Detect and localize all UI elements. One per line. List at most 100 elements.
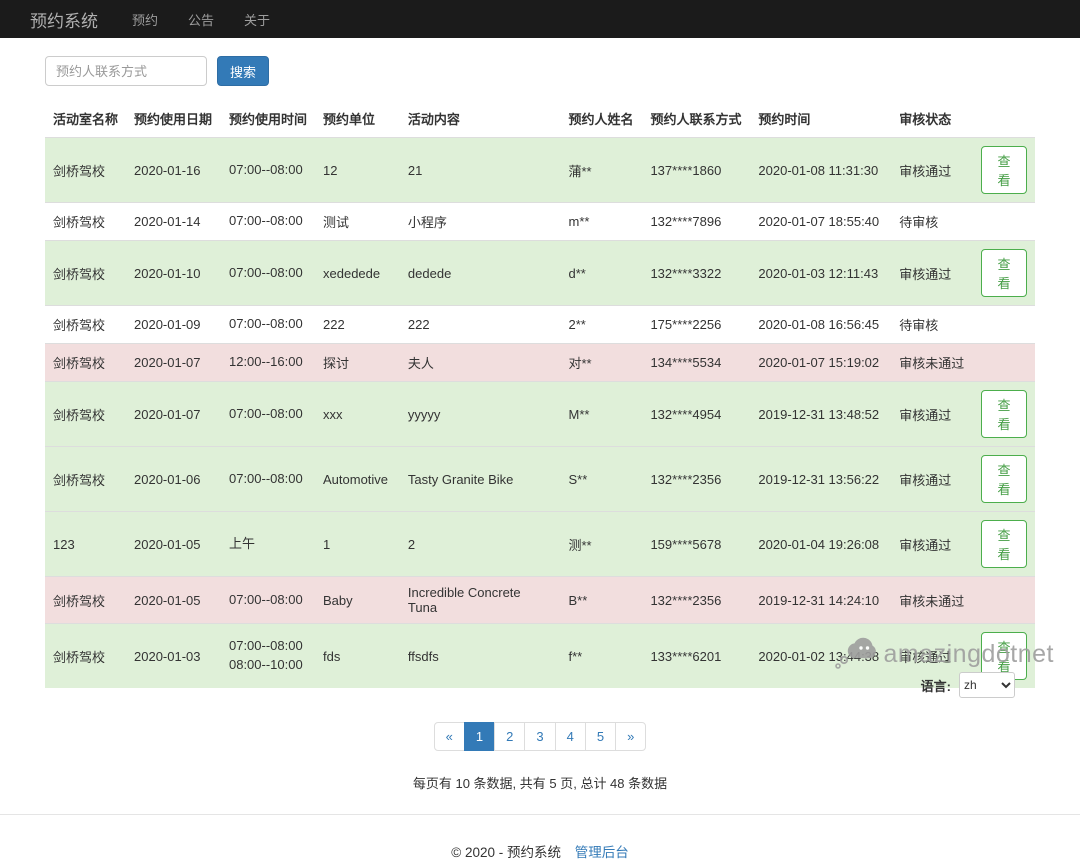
cell-content: ffsdfs xyxy=(399,623,561,688)
cell-status: 待审核 xyxy=(891,305,973,344)
cell-unit: 222 xyxy=(315,305,400,344)
header-action xyxy=(973,100,1035,138)
table-row: 剑桥驾校 2020-01-05 07:00--08:00 Baby Incredible… xyxy=(45,576,1035,624)
pagination-page-5[interactable]: 5 xyxy=(584,722,617,751)
page-summary: 每页有 10 条数据, 共有 5 页, 总计 48 条数据 xyxy=(412,776,668,791)
pagination-page-2[interactable]: 2 xyxy=(494,722,526,751)
cell-time: 上午 xyxy=(220,511,315,577)
cell-room: 剑桥驾校 xyxy=(45,446,127,512)
navbar: 预约系统 预约 公告 关于 xyxy=(0,0,1080,38)
cell-unit: Automotive xyxy=(315,446,400,512)
cell-room: 123 xyxy=(45,511,127,577)
table-row: 剑桥驾校 2020-01-07 12:00--16:00 探讨 夫人 对** 134****… xyxy=(45,343,1035,382)
cell-booked-at: 2020-01-08 16:56:45 xyxy=(750,305,892,344)
table-row: 剑桥驾校 2020-01-16 07:00--08:00 12 21 蒲** 137****… xyxy=(45,137,1035,203)
cell-content: yyyyy xyxy=(399,381,561,447)
cell-content: 222 xyxy=(399,305,561,344)
cell-booked-at: 2019-12-31 13:48:52 xyxy=(750,381,892,447)
search-button[interactable]: 搜索 xyxy=(217,56,270,86)
header-date: 预约使用日期 xyxy=(126,100,221,138)
cell-contact: 134****5534 xyxy=(642,343,751,382)
cell-action: 查看 xyxy=(973,511,1035,577)
pagination-page-1[interactable]: 1 xyxy=(463,722,496,751)
cell-content: Incredible Concrete Tuna xyxy=(399,576,561,624)
search-bar: 搜索 xyxy=(45,56,1080,86)
nav-item-booking[interactable]: 预约 xyxy=(132,10,158,29)
search-input[interactable] xyxy=(45,56,207,86)
pagination-next[interactable]: » xyxy=(615,722,647,751)
view-button[interactable]: 查看 xyxy=(981,520,1027,568)
cell-content: 小程序 xyxy=(399,202,561,241)
language-select[interactable]: zh xyxy=(959,672,1015,698)
cell-name: B** xyxy=(560,576,643,624)
nav-item-about[interactable]: 关于 xyxy=(244,10,270,29)
nav-item-announcement[interactable]: 公告 xyxy=(188,10,214,29)
footer: © 2020 - 预约系统 管理后台 xyxy=(0,841,1080,861)
header-status: 审核状态 xyxy=(891,100,973,138)
cell-contact: 137****1860 xyxy=(642,137,751,203)
cell-contact: 133****6201 xyxy=(642,623,751,688)
cell-unit: Baby xyxy=(315,576,400,624)
header-room: 活动室名称 xyxy=(45,100,127,138)
cell-contact: 159****5678 xyxy=(642,511,751,577)
cell-contact: 132****7896 xyxy=(642,202,751,241)
cell-date: 2020-01-03 xyxy=(126,623,221,688)
cell-booked-at: 2019-12-31 13:56:22 xyxy=(750,446,892,512)
brand-link[interactable]: 预约系统 xyxy=(30,7,98,32)
cell-booked-at: 2020-01-04 19:26:08 xyxy=(750,511,892,577)
cell-time: 07:00--08:00 xyxy=(220,202,315,241)
cell-unit: 12 xyxy=(315,137,400,203)
copyright-text: © 2020 - 预约系统 xyxy=(451,845,561,860)
cell-room: 剑桥驾校 xyxy=(45,381,127,447)
cell-name: M** xyxy=(560,381,643,447)
cell-name: f** xyxy=(560,623,643,688)
cell-content: 夫人 xyxy=(399,343,561,382)
footer-divider xyxy=(0,814,1080,815)
pagination-page-4[interactable]: 4 xyxy=(554,722,586,751)
cell-status: 审核通过 xyxy=(891,240,973,306)
header-content: 活动内容 xyxy=(399,100,561,138)
cell-status: 审核未通过 xyxy=(891,576,973,624)
cell-booked-at: 2020-01-02 13:44:38 xyxy=(750,623,892,688)
view-button[interactable]: 查看 xyxy=(981,146,1027,194)
view-button[interactable]: 查看 xyxy=(981,455,1027,503)
cell-date: 2020-01-07 xyxy=(126,381,221,447)
view-button[interactable]: 查看 xyxy=(981,390,1027,438)
cell-time: 07:00--08:00 xyxy=(220,381,315,447)
pagination: «1 2 3 4 5» xyxy=(0,722,1080,751)
cell-booked-at: 2020-01-07 18:55:40 xyxy=(750,202,892,241)
cell-unit: 探讨 xyxy=(315,343,400,382)
cell-booked-at: 2019-12-31 14:24:10 xyxy=(750,576,892,624)
cell-content: 2 xyxy=(399,511,561,577)
cell-date: 2020-01-05 xyxy=(126,511,221,577)
cell-date: 2020-01-14 xyxy=(126,202,221,241)
language-box: 语言: zh xyxy=(921,672,1015,698)
cell-action: 查看 xyxy=(973,240,1035,306)
cell-room: 剑桥驾校 xyxy=(45,202,127,241)
cell-status: 待审核 xyxy=(891,202,973,241)
cell-action: 查看 xyxy=(973,446,1035,512)
booking-table: 活动室名称 预约使用日期 预约使用时间 预约单位 活动内容 预约人姓名 预约人联… xyxy=(45,100,1035,688)
cell-name: 2** xyxy=(560,305,643,344)
admin-backend-link[interactable]: 管理后台 xyxy=(575,845,629,860)
cell-action xyxy=(973,202,1035,241)
pagination-prev[interactable]: « xyxy=(433,722,465,751)
cell-time: 07:00--08:00 xyxy=(220,240,315,306)
table-row: 剑桥驾校 2020-01-03 07:00--08:00 08:00--10:00 f… xyxy=(45,623,1035,688)
header-booked: 预约时间 xyxy=(750,100,892,138)
cell-booked-at: 2020-01-08 11:31:30 xyxy=(750,137,892,203)
cell-contact: 132****2356 xyxy=(642,576,751,624)
cell-contact: 175****2256 xyxy=(642,305,751,344)
cell-name: d** xyxy=(560,240,643,306)
cell-unit: fds xyxy=(315,623,400,688)
header-name: 预约人姓名 xyxy=(560,100,643,138)
cell-room: 剑桥驾校 xyxy=(45,623,127,688)
table-row: 剑桥驾校 2020-01-14 07:00--08:00 测试 小程序 m** 132***… xyxy=(45,202,1035,241)
table-row: 剑桥驾校 2020-01-10 07:00--08:00 xededede dedede… xyxy=(45,240,1035,306)
table-header: 活动室名称 预约使用日期 预约使用时间 预约单位 活动内容 预约人姓名 预约人联… xyxy=(45,100,1035,138)
pagination-page-3[interactable]: 3 xyxy=(524,722,556,751)
cell-status: 审核通过 xyxy=(891,511,973,577)
cell-unit: 1 xyxy=(315,511,400,577)
view-button[interactable]: 查看 xyxy=(981,249,1027,297)
cell-room: 剑桥驾校 xyxy=(45,240,127,306)
